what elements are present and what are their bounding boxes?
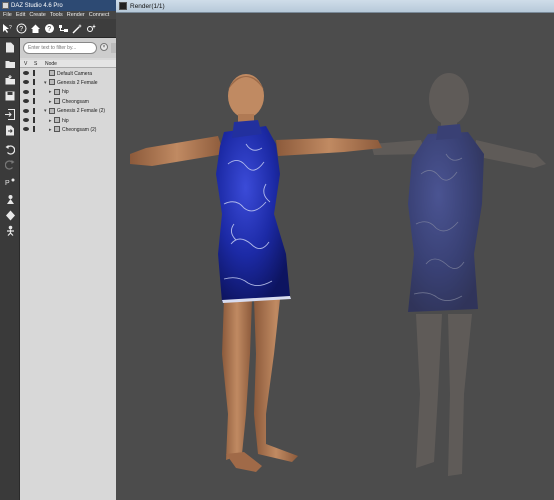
save-icon[interactable] xyxy=(4,90,16,101)
column-selectable[interactable]: S xyxy=(34,61,37,67)
selectable-cursor-icon[interactable] xyxy=(33,107,38,114)
undo-icon[interactable] xyxy=(4,144,16,155)
export-icon[interactable] xyxy=(4,125,16,136)
expand-arrow-icon[interactable]: ▸ xyxy=(49,118,52,124)
bone-icon xyxy=(54,117,60,123)
app-icon xyxy=(2,2,9,9)
filter-row: × xyxy=(20,38,116,58)
open-folder-icon[interactable] xyxy=(4,58,16,69)
selectable-cursor-icon[interactable] xyxy=(33,79,38,86)
visibility-eye-icon[interactable] xyxy=(23,108,29,113)
scene-node-label: Cheongsam (2) xyxy=(62,126,97,133)
import-icon[interactable] xyxy=(4,109,16,120)
menu-tools[interactable]: Tools xyxy=(50,12,63,18)
joint-editor-icon[interactable] xyxy=(4,225,16,236)
figure-icon xyxy=(49,107,55,114)
bone-icon xyxy=(54,88,60,95)
scene-node-row[interactable]: ▾ Genesis 2 Female xyxy=(20,78,116,87)
scene-pane: × V S Node Default Camera ▾ Genesis 2 Fema… xyxy=(20,38,116,500)
scene-node-row[interactable]: ▸ hip xyxy=(20,116,116,125)
scene-node-label: hip xyxy=(62,89,69,96)
scene-node-row[interactable]: Default Camera xyxy=(20,69,116,78)
visibility-eye-icon[interactable] xyxy=(23,89,29,94)
expand-arrow-icon[interactable]: ▸ xyxy=(49,99,52,105)
selectable-cursor-icon[interactable] xyxy=(33,126,38,133)
selectable-cursor-icon[interactable] xyxy=(33,117,38,123)
render-canvas xyxy=(116,14,554,500)
visibility-eye-icon[interactable] xyxy=(23,99,29,104)
render-window: Render(1/1) xyxy=(116,0,554,500)
help-icon[interactable]: ? xyxy=(16,23,27,34)
render-window-icon xyxy=(119,2,127,10)
figure-icon xyxy=(49,79,55,86)
selectable-cursor-icon[interactable] xyxy=(33,70,38,76)
node-weight-icon[interactable] xyxy=(4,210,16,221)
daz-main-window: DAZ Studio 4.6 Pro File Edit Create Tool… xyxy=(0,0,116,500)
scene-node-label: Default Camera xyxy=(57,70,93,77)
main-figure xyxy=(130,74,382,472)
expand-arrow-icon[interactable]: ▾ xyxy=(44,108,47,114)
question-icon[interactable]: ? xyxy=(44,23,55,34)
home-icon[interactable] xyxy=(30,23,41,34)
expand-arrow-icon[interactable]: ▸ xyxy=(49,127,52,133)
menu-file[interactable]: File xyxy=(3,12,12,18)
scene-node-label: Genesis 2 Female (2) xyxy=(57,108,106,115)
pose-tool-icon[interactable]: P xyxy=(4,177,16,188)
figure-icon xyxy=(54,98,60,105)
menu-render[interactable]: Render xyxy=(67,12,85,18)
scene-node-label: Cheongsam xyxy=(62,98,89,105)
scene-node-row[interactable]: ▸ Cheongsam (2) xyxy=(20,125,116,134)
visibility-eye-icon[interactable] xyxy=(23,80,29,85)
svg-text:?: ? xyxy=(47,26,51,33)
magic-wand-icon[interactable] xyxy=(72,23,83,34)
scene-node-label: hip xyxy=(62,117,69,124)
menu-edit[interactable]: Edit xyxy=(16,12,25,18)
visibility-eye-icon[interactable] xyxy=(23,127,29,132)
help-cursor-icon[interactable]: ? xyxy=(2,23,13,34)
scene-tree-icon[interactable] xyxy=(58,23,69,34)
selectable-cursor-icon[interactable] xyxy=(33,98,38,105)
universal-tool-icon[interactable] xyxy=(4,194,16,205)
scene-node-row[interactable]: ▸ Cheongsam xyxy=(20,97,116,106)
render-title: Render(1/1) xyxy=(130,2,165,10)
scene-node-label: Genesis 2 Female xyxy=(57,79,98,86)
menu-create[interactable]: Create xyxy=(29,12,46,18)
column-node[interactable]: Node xyxy=(45,61,57,67)
filter-input[interactable] xyxy=(23,42,97,54)
figure-icon xyxy=(54,126,60,133)
expand-arrow-icon[interactable]: ▾ xyxy=(44,80,47,86)
visibility-eye-icon[interactable] xyxy=(23,71,29,75)
svg-text:P: P xyxy=(5,180,10,187)
scene-node-row[interactable]: ▸ hip xyxy=(20,88,116,97)
render-titlebar: Render(1/1) xyxy=(116,0,554,13)
tool-column: P xyxy=(0,38,20,500)
redo-icon[interactable] xyxy=(4,159,16,170)
scene-node-row[interactable]: ▾ Genesis 2 Female (2) xyxy=(20,107,116,116)
sparkle-icon[interactable] xyxy=(86,23,97,34)
quick-icon-bar: ? ? ? xyxy=(0,19,116,38)
tree-header: V S Node xyxy=(20,60,116,68)
new-file-icon[interactable] xyxy=(4,42,16,53)
render-image xyxy=(130,73,546,476)
ghost-figure xyxy=(371,73,546,476)
menu-connect[interactable]: Connect xyxy=(89,12,110,18)
svg-text:?: ? xyxy=(9,25,12,31)
expand-arrow-icon[interactable]: ▸ xyxy=(49,89,52,95)
visibility-eye-icon[interactable] xyxy=(23,118,29,122)
app-titlebar: DAZ Studio 4.6 Pro xyxy=(0,0,116,11)
clear-filter-icon[interactable]: × xyxy=(100,43,108,51)
app-title: DAZ Studio 4.6 Pro xyxy=(11,2,63,9)
menubar: File Edit Create Tools Render Connect xyxy=(0,11,116,19)
selectable-cursor-icon[interactable] xyxy=(33,88,38,95)
camera-icon xyxy=(49,70,55,76)
column-visible[interactable]: V xyxy=(24,61,27,67)
merge-icon[interactable] xyxy=(4,74,16,85)
svg-text:?: ? xyxy=(19,26,23,33)
